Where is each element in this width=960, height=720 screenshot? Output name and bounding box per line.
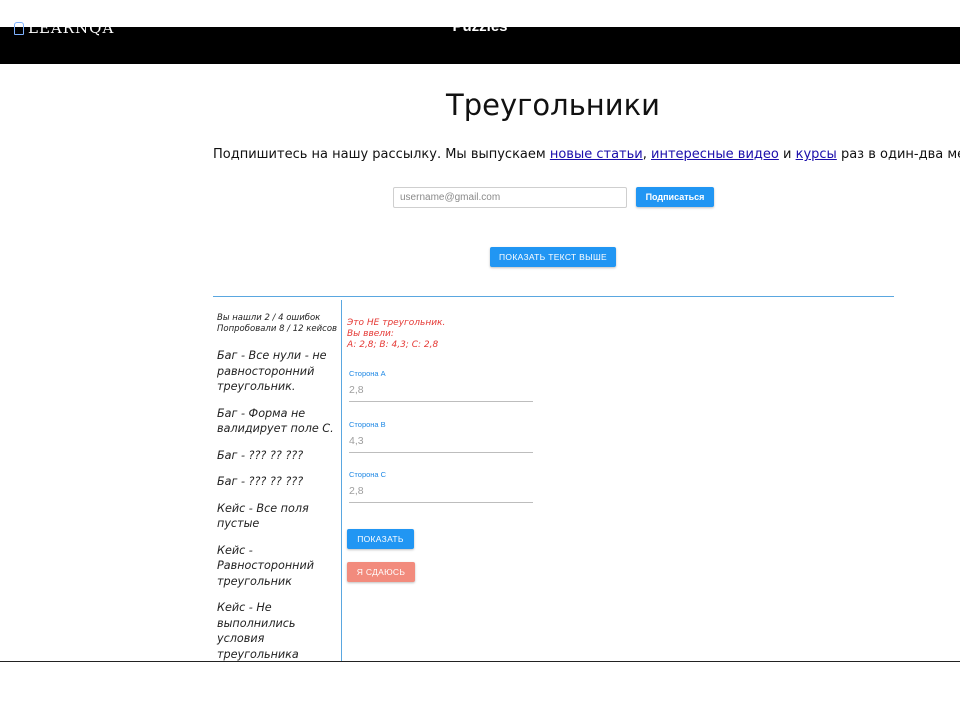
new-articles-link[interactable]: новые статьи	[550, 147, 643, 162]
show-button[interactable]: ПОКАЗАТЬ	[347, 529, 414, 549]
side-b-label: Сторона В	[349, 420, 386, 429]
interesting-videos-link[interactable]: интересные видео	[651, 147, 779, 162]
side-c-input[interactable]: 2,8	[349, 485, 533, 503]
side-b-field[interactable]: Сторона В 4,3	[347, 420, 533, 453]
result-message: Это НЕ треугольник. Вы ввели: A: 2,8; B:…	[347, 318, 537, 351]
triangle-form: Это НЕ треугольник. Вы ввели: A: 2,8; B:…	[347, 318, 537, 503]
sidebar-item: Кейс - Равносторонний треугольник	[217, 543, 314, 588]
subscribe-text-after: раз в один-два месяца.	[840, 147, 960, 162]
nav-title[interactable]: Puzzles	[0, 18, 960, 35]
page-title: Треугольники	[446, 88, 660, 122]
subscribe-sep-2: и	[778, 147, 796, 162]
result-line-1: Это НЕ треугольник.	[347, 318, 446, 328]
side-c-field[interactable]: Сторона С 2,8	[347, 470, 533, 503]
top-navbar: LEARNQA Puzzles	[0, 18, 960, 64]
result-line-3: A: 2,8; B: 4,3; C: 2,8	[347, 340, 439, 350]
email-input[interactable]	[393, 187, 627, 208]
sidebar-item: Кейс - Все поля пустые	[217, 501, 309, 531]
section-divider	[213, 296, 894, 297]
sidebar-divider	[341, 300, 342, 662]
show-text-above-button[interactable]: ПОКАЗАТЬ ТЕКСТ ВЫШЕ	[490, 247, 616, 267]
sidebar-item: Баг - Все нули - не равносторонний треуг…	[217, 349, 327, 393]
subscribe-button[interactable]: Подписаться	[636, 187, 714, 207]
errors-found-stat: Вы нашли 2 / 4 ошибок	[217, 313, 321, 323]
sidebar-item: Кейс - Не выполнились условия треугольни…	[217, 601, 299, 661]
subscribe-text: Подпишитесь на нашу рассылку. Мы выпуска…	[213, 147, 960, 162]
sidebar-item: Баг - ??? ?? ???	[217, 475, 304, 488]
courses-link[interactable]: курсы	[796, 147, 837, 162]
result-line-2: Вы ввели:	[347, 329, 394, 339]
subscribe-sep-1: ,	[642, 147, 651, 162]
page-bottom-border	[0, 661, 960, 662]
sidebar-item: Баг - Форма не валидирует поле С.	[217, 406, 334, 436]
side-a-input[interactable]: 2,8	[349, 384, 533, 402]
sidebar-item: Баг - ??? ?? ???	[217, 448, 304, 462]
side-b-input[interactable]: 4,3	[349, 435, 533, 453]
side-a-field[interactable]: Сторона А 2,8	[347, 369, 533, 402]
subscribe-text-before: Подпишитесь на нашу рассылку. Мы выпуска…	[213, 147, 550, 162]
progress-stats: Вы нашли 2 / 4 ошибок Попробовали 8 / 12…	[217, 313, 339, 335]
cases-tried-stat: Попробовали 8 / 12 кейсов	[217, 324, 338, 334]
side-c-label: Сторона С	[349, 470, 387, 479]
sidebar: Вы нашли 2 / 4 ошибок Попробовали 8 / 12…	[217, 313, 339, 673]
give-up-button[interactable]: Я СДАЮСЬ	[347, 562, 415, 582]
side-a-label: Сторона А	[349, 369, 386, 378]
